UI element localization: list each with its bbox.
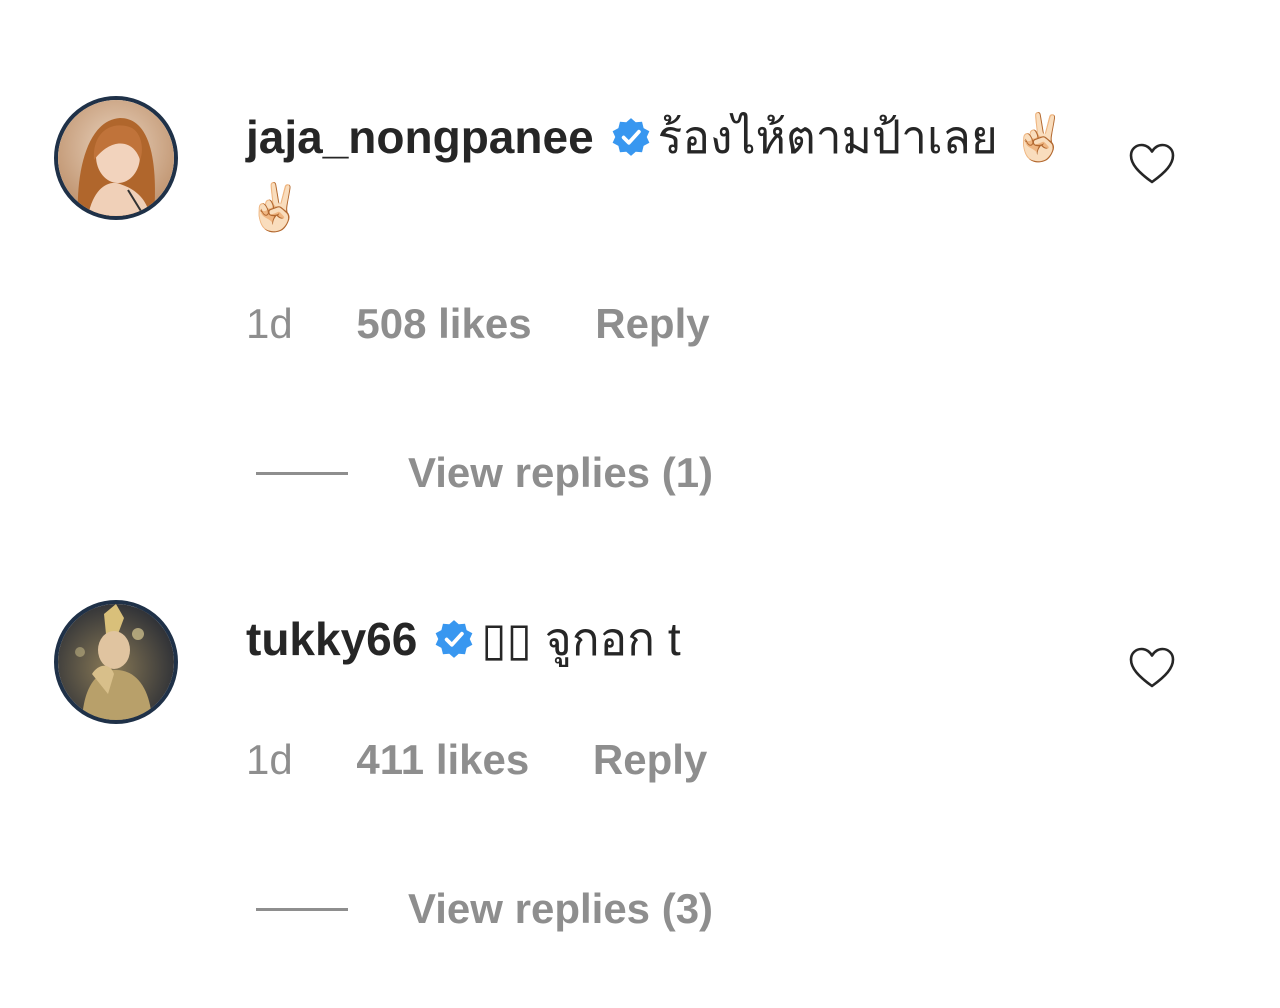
view-replies-button[interactable]: View replies (1) — [256, 448, 713, 498]
avatar-photo — [58, 100, 174, 216]
like-button[interactable] — [1128, 142, 1176, 186]
divider-line — [256, 907, 348, 911]
view-replies-label: View replies (1) — [408, 449, 714, 496]
username-link[interactable]: tukky66 — [246, 613, 417, 665]
avatar[interactable] — [54, 96, 178, 220]
view-replies-button[interactable]: View replies (3) — [256, 884, 713, 934]
like-button[interactable] — [1128, 646, 1176, 690]
comment-time[interactable]: 1d — [246, 736, 293, 783]
comment-meta: 1d 411 likes Reply — [246, 736, 759, 784]
comment-meta: 1d 508 likes Reply — [246, 300, 762, 348]
avatar-photo — [58, 604, 174, 720]
verified-badge-icon — [610, 116, 652, 158]
comment-time[interactable]: 1d — [246, 300, 293, 347]
avatar[interactable] — [54, 600, 178, 724]
comment-body: jaja_nongpanee ร้องไห้ตามป้าเลย ✌🏻 ✌🏻 — [246, 102, 1076, 242]
view-replies-label: View replies (3) — [408, 885, 714, 932]
reply-button[interactable]: Reply — [595, 300, 709, 347]
reply-button[interactable]: Reply — [593, 736, 707, 783]
username-link[interactable]: jaja_nongpanee — [246, 111, 594, 163]
heart-outline-icon — [1129, 143, 1175, 184]
comment-text: ▯▯ จูกอก t — [481, 613, 681, 665]
divider-line — [256, 471, 348, 475]
likes-count[interactable]: 508 likes — [356, 300, 531, 347]
likes-count[interactable]: 411 likes — [356, 736, 529, 783]
heart-outline-icon — [1129, 647, 1175, 688]
verified-badge-icon — [433, 618, 475, 660]
comment-body: tukky66 ▯▯ จูกอก t — [246, 604, 1076, 674]
